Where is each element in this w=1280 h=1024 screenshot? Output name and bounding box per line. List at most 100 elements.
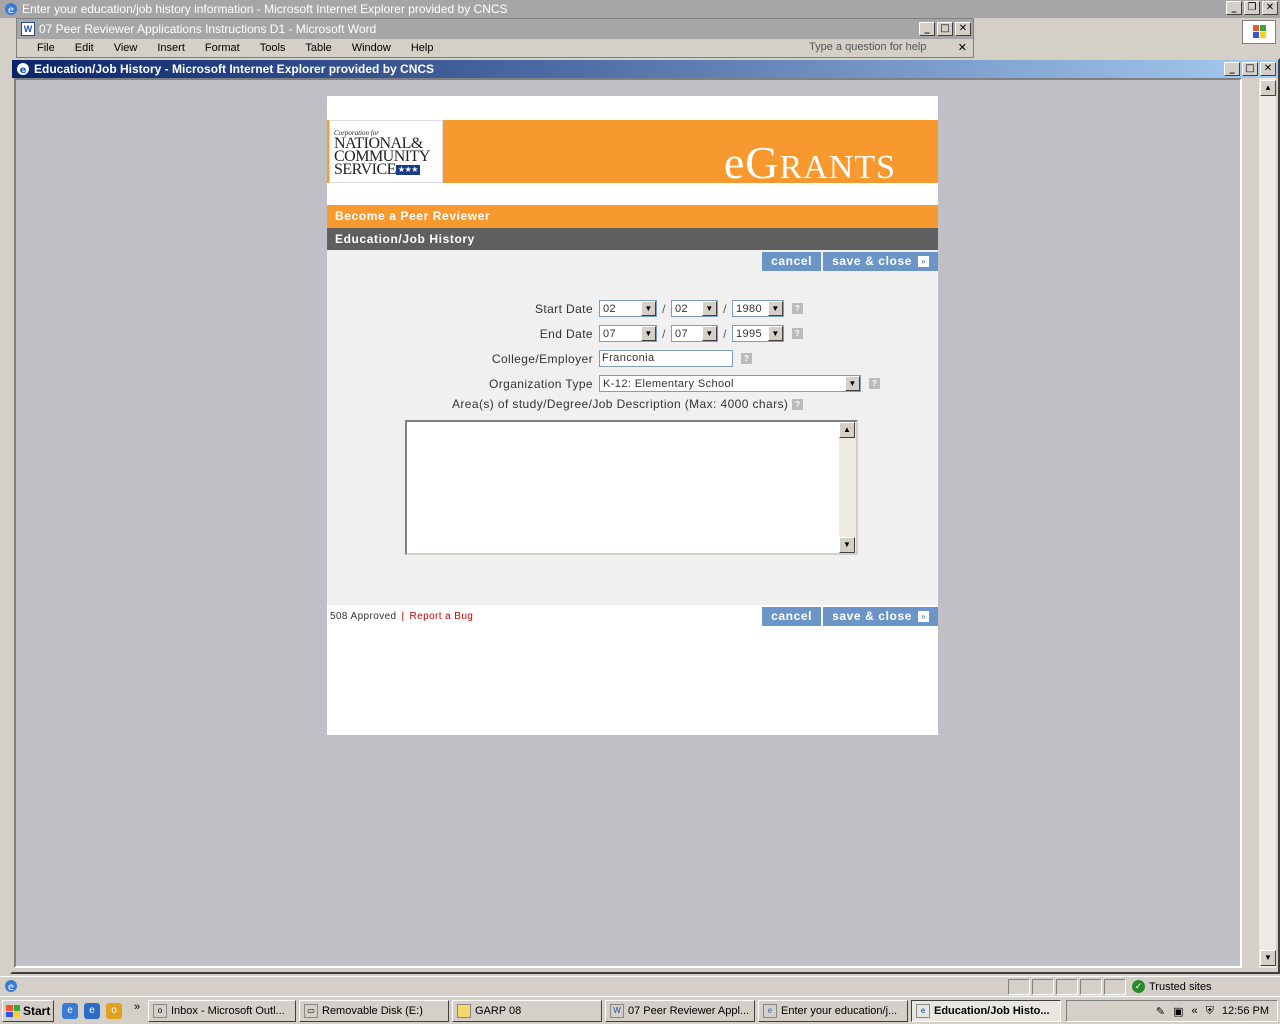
end-day-select[interactable]: 07 ▼ — [671, 325, 718, 342]
minimize-icon[interactable]: _ — [1226, 1, 1242, 15]
tray-icon[interactable]: ▣ — [1173, 1005, 1183, 1018]
scroll-up-icon[interactable]: ▲ — [1260, 80, 1276, 96]
textarea-scrollbar[interactable]: ▲ ▼ — [839, 422, 856, 553]
help-question-input[interactable]: Type a question for help — [809, 41, 926, 53]
start-year-select[interactable]: 1980 ▼ — [732, 300, 784, 317]
org-type-select[interactable]: K-12: Elementary School ▼ — [599, 375, 861, 392]
maximize-icon[interactable]: □ — [937, 22, 953, 36]
help-icon[interactable]: ? — [792, 398, 804, 410]
close-icon[interactable]: ✕ — [955, 22, 971, 36]
wordmark-rants: RANTS — [779, 149, 896, 186]
ie-quicklaunch-icon[interactable]: e — [84, 1003, 100, 1019]
task-ie-education[interactable]: e Education/Job Histo... — [911, 1000, 1061, 1022]
show-desktop-icon[interactable]: e — [62, 1003, 78, 1019]
org-type-label: Organization Type — [489, 376, 593, 391]
task-ie-enter[interactable]: e Enter your education/j... — [758, 1000, 908, 1022]
section-header: Become a Peer Reviewer — [327, 205, 938, 228]
employer-row: College/Employer Franconia ? — [327, 350, 752, 367]
chevron-down-icon[interactable]: ▼ — [702, 301, 717, 316]
security-zone[interactable]: ✓ Trusted sites — [1132, 980, 1212, 993]
end-month-select[interactable]: 07 ▼ — [599, 325, 657, 342]
folder-icon — [457, 1004, 471, 1018]
task-word[interactable]: W 07 Peer Reviewer Appl... — [605, 1000, 755, 1022]
save-close-button[interactable]: save & close » — [823, 252, 938, 271]
help-icon[interactable]: ? — [792, 303, 803, 314]
employer-input[interactable]: Franconia — [599, 350, 733, 367]
task-outlook[interactable]: o Inbox - Microsoft Outl... — [148, 1000, 296, 1022]
menu-help[interactable]: Help — [411, 42, 434, 54]
description-textarea[interactable]: ▲ ▼ — [405, 420, 858, 555]
scroll-up-icon[interactable]: ▲ — [839, 422, 855, 438]
tray-icon[interactable]: ✎ — [1156, 1005, 1165, 1018]
word-title: 07 Peer Reviewer Applications Instructio… — [39, 22, 377, 36]
menu-file[interactable]: File — [37, 42, 55, 54]
end-day-value: 07 — [675, 327, 689, 340]
clock[interactable]: 12:56 PM — [1222, 1005, 1269, 1017]
end-year-select[interactable]: 1995 ▼ — [732, 325, 784, 342]
chevron-down-icon[interactable]: ▼ — [768, 326, 783, 341]
save-close-label: save & close — [832, 609, 912, 623]
chevron-down-icon[interactable]: ▼ — [641, 326, 656, 341]
tray-chevron-icon[interactable]: « — [1192, 1005, 1198, 1017]
menu-table[interactable]: Table — [305, 42, 331, 54]
menu-tools[interactable]: Tools — [260, 42, 286, 54]
chevron-down-icon[interactable]: ▼ — [768, 301, 783, 316]
chevron-down-icon[interactable]: ▼ — [702, 326, 717, 341]
end-month-value: 07 — [603, 327, 617, 340]
window-scrollbar[interactable]: ▲ ▼ — [1258, 78, 1276, 968]
window-titlebar[interactable]: e Education/Job History - Microsoft Inte… — [12, 60, 1278, 78]
employer-label: College/Employer — [491, 351, 593, 366]
cncs-logo: Corporation for NATIONAL& COMMUNITY SERV… — [329, 120, 443, 183]
close-icon[interactable]: ✕ — [1260, 62, 1276, 76]
menu-insert[interactable]: Insert — [157, 42, 185, 54]
maximize-icon[interactable]: □ — [1242, 62, 1258, 76]
save-close-button[interactable]: save & close » — [823, 607, 938, 626]
status-cell — [1008, 979, 1030, 995]
help-icon[interactable]: ? — [869, 378, 880, 389]
start-button[interactable]: Start — [2, 1000, 54, 1022]
ie-icon: e — [763, 1004, 777, 1018]
start-month-select[interactable]: 02 ▼ — [599, 300, 657, 317]
start-date-label: Start Date — [534, 301, 593, 316]
word-menubar: File Edit View Insert Format Tools Table… — [17, 39, 973, 57]
chevron-down-icon[interactable]: ▼ — [641, 301, 656, 316]
menu-edit[interactable]: Edit — [75, 42, 94, 54]
report-bug-link[interactable]: Report a Bug — [410, 611, 474, 622]
save-close-label: save & close — [832, 254, 912, 268]
minimize-icon[interactable]: _ — [1224, 62, 1240, 76]
popup-blocker-icon[interactable] — [1032, 979, 1054, 995]
start-day-select[interactable]: 02 ▼ — [671, 300, 718, 317]
task-removable-disk[interactable]: ▭ Removable Disk (E:) — [299, 1000, 449, 1022]
task-label: Inbox - Microsoft Outl... — [171, 1005, 285, 1017]
cancel-button[interactable]: cancel — [762, 607, 822, 626]
lock-icon[interactable] — [1104, 979, 1126, 995]
background-word-window[interactable]: W 07 Peer Reviewer Applications Instruct… — [16, 18, 974, 58]
restore-icon[interactable]: ❐ — [1244, 1, 1260, 15]
word-titlebar[interactable]: W 07 Peer Reviewer Applications Instruct… — [17, 19, 973, 39]
scroll-down-icon[interactable]: ▼ — [839, 537, 855, 553]
egrants-page: Corporation for NATIONAL& COMMUNITY SERV… — [327, 96, 938, 735]
help-icon[interactable]: ? — [741, 353, 752, 364]
minimize-icon[interactable]: _ — [919, 22, 935, 36]
page-icon: e — [4, 979, 18, 996]
svg-text:e: e — [20, 65, 27, 76]
help-icon[interactable]: ? — [792, 328, 803, 339]
close-document-icon[interactable]: ✕ — [958, 41, 967, 54]
status-bar: e ✓ Trusted sites — [0, 976, 1280, 996]
background-ie-titlebar[interactable]: e Enter your education/job history infor… — [0, 0, 1280, 18]
task-label: 07 Peer Reviewer Appl... — [628, 1005, 750, 1017]
cancel-button[interactable]: cancel — [762, 252, 822, 271]
education-job-history-window: e Education/Job History - Microsoft Inte… — [10, 58, 1280, 974]
outlook-quicklaunch-icon[interactable]: o — [106, 1003, 122, 1019]
menu-format[interactable]: Format — [205, 42, 240, 54]
quicklaunch-chevron-icon[interactable]: » — [134, 1001, 140, 1013]
menu-view[interactable]: View — [114, 42, 138, 54]
menu-window[interactable]: Window — [352, 42, 391, 54]
windows-flag-icon — [6, 1005, 20, 1017]
scroll-down-icon[interactable]: ▼ — [1260, 950, 1276, 966]
task-garp[interactable]: GARP 08 — [452, 1000, 602, 1022]
chevron-down-icon[interactable]: ▼ — [845, 376, 860, 391]
system-tray: ✎ ▣ « ⛨ 12:56 PM — [1066, 1000, 1278, 1022]
shield-icon[interactable]: ⛨ — [1206, 1005, 1214, 1018]
close-icon[interactable]: ✕ — [1262, 1, 1278, 15]
